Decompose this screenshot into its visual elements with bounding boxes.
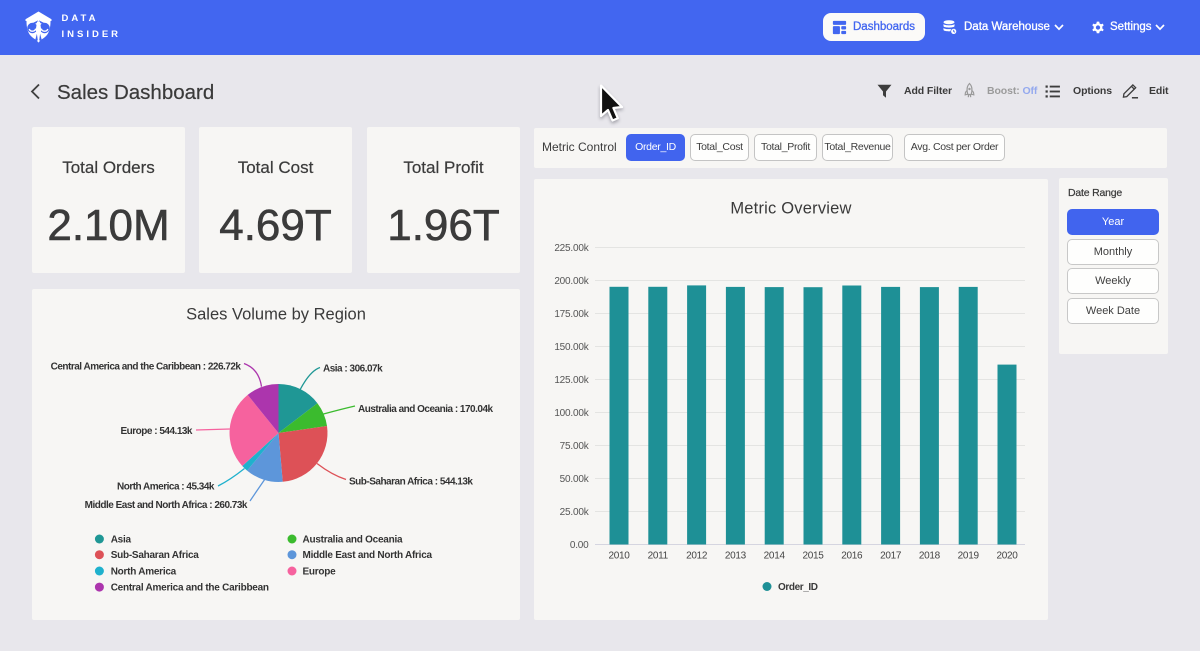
svg-text:Metric Overview: Metric Overview xyxy=(730,200,851,218)
svg-text:Australia and Oceania: Australia and Oceania xyxy=(303,535,403,546)
svg-text:2018: 2018 xyxy=(919,551,941,562)
svg-text:Sub-Saharan Africa: Sub-Saharan Africa xyxy=(111,550,200,561)
svg-text:Middle East and North Africa: Middle East and North Africa xyxy=(303,550,433,561)
svg-text:Asia : 306.07k: Asia : 306.07k xyxy=(323,364,383,375)
svg-text:2016: 2016 xyxy=(841,551,863,562)
svg-text:225.00k: 225.00k xyxy=(554,243,589,254)
svg-text:2019: 2019 xyxy=(958,551,980,562)
svg-text:Sub-Saharan Africa : 544.13k: Sub-Saharan Africa : 544.13k xyxy=(349,477,473,488)
svg-text:Europe : 544.13k: Europe : 544.13k xyxy=(121,426,193,437)
svg-text:2017: 2017 xyxy=(880,551,902,562)
svg-text:2012: 2012 xyxy=(686,551,708,562)
svg-text:175.00k: 175.00k xyxy=(554,309,589,320)
svg-text:Central America and the Caribb: Central America and the Caribbean : 226.… xyxy=(51,362,242,373)
svg-text:2015: 2015 xyxy=(802,551,824,562)
svg-text:75.00k: 75.00k xyxy=(560,441,590,452)
svg-text:2014: 2014 xyxy=(764,551,786,562)
svg-text:North America: North America xyxy=(111,567,177,578)
svg-text:Central America and the Caribb: Central America and the Caribbean xyxy=(111,583,269,594)
svg-text:2013: 2013 xyxy=(725,551,747,562)
svg-text:2020: 2020 xyxy=(996,551,1018,562)
svg-text:150.00k: 150.00k xyxy=(554,342,589,353)
svg-text:50.00k: 50.00k xyxy=(560,474,590,485)
svg-text:2011: 2011 xyxy=(648,551,669,562)
svg-text:Asia: Asia xyxy=(111,535,132,546)
svg-text:100.00k: 100.00k xyxy=(554,408,589,419)
svg-text:125.00k: 125.00k xyxy=(554,375,589,386)
svg-text:Australia and Oceania : 170.04: Australia and Oceania : 170.04k xyxy=(358,404,494,415)
svg-text:Sales Volume by Region: Sales Volume by Region xyxy=(186,306,366,324)
svg-text:200.00k: 200.00k xyxy=(554,276,589,287)
svg-text:0.00: 0.00 xyxy=(570,540,589,551)
svg-text:25.00k: 25.00k xyxy=(560,507,590,518)
svg-text:Europe: Europe xyxy=(303,567,337,578)
svg-text:North America : 45.34k: North America : 45.34k xyxy=(117,482,215,493)
svg-text:Order_ID: Order_ID xyxy=(778,582,818,593)
svg-text:Middle East and North Africa :: Middle East and North Africa : 260.73k xyxy=(85,500,248,511)
svg-text:2010: 2010 xyxy=(608,551,630,562)
